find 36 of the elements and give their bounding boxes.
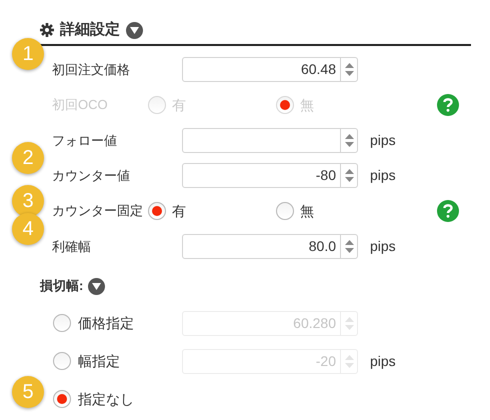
number-field[interactable]: 60.48 xyxy=(182,57,358,82)
gear-icon xyxy=(40,23,54,37)
expand-icon[interactable] xyxy=(88,278,106,294)
field-label: 利確幅 xyxy=(52,238,92,256)
spinner-arrows-icon[interactable] xyxy=(340,164,357,187)
number-field[interactable] xyxy=(182,128,358,153)
number-field[interactable]: -80 xyxy=(182,163,358,188)
number-field[interactable]: 80.0 xyxy=(182,234,358,259)
option-label: 有 xyxy=(172,202,186,220)
option-label: 幅指定 xyxy=(78,352,120,370)
unit-label: pips xyxy=(370,131,396,150)
step-badge: 2 xyxy=(12,142,44,174)
radio-button[interactable] xyxy=(276,202,294,220)
expand-icon[interactable] xyxy=(126,22,143,38)
radio-button[interactable] xyxy=(53,390,71,408)
spinner-arrows-icon[interactable] xyxy=(340,129,357,152)
option-label: 指定なし xyxy=(78,390,134,408)
option-label: 無 xyxy=(300,202,314,220)
unit-label: pips xyxy=(370,352,396,371)
field-label: 初回注文価格 xyxy=(52,60,131,79)
step-badge: 5 xyxy=(12,376,44,408)
field-label: カウンター固定 xyxy=(52,202,144,220)
spinner-arrows-icon[interactable] xyxy=(340,58,357,81)
step-badge: 1 xyxy=(12,38,44,70)
help-icon[interactable] xyxy=(437,200,459,222)
section-subtitle: 損切幅: xyxy=(40,277,84,296)
radio-button[interactable] xyxy=(148,202,166,220)
field-label: カウンター値 xyxy=(52,166,131,185)
unit-label: pips xyxy=(370,166,396,185)
step-badge: 3 xyxy=(12,185,44,217)
step-badge: 4 xyxy=(12,213,44,245)
field-label: フォロー値 xyxy=(52,132,118,150)
section-title: 詳細設定 xyxy=(60,20,120,40)
unit-label: pips xyxy=(370,237,396,256)
spinner-arrows-icon[interactable] xyxy=(340,235,357,258)
option-label: 価格指定 xyxy=(78,314,134,332)
